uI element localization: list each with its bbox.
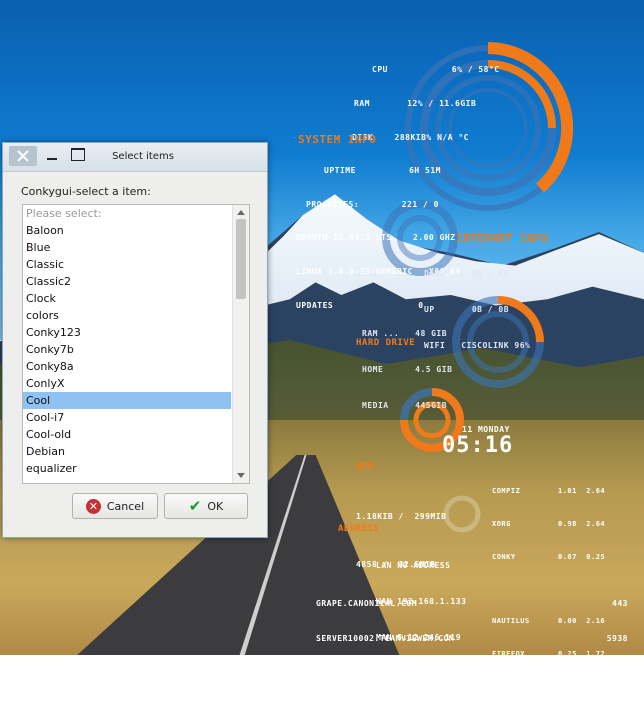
scroll-thumb[interactable] <box>236 219 246 299</box>
internet-info-line: DAWN 0B / 0B <box>424 269 510 278</box>
list-item[interactable]: Cool-old <box>23 426 231 443</box>
hard-drive-heading: Hard Drive <box>356 338 416 348</box>
item-list[interactable]: Please select: Baloon Blue Classic Classic2 C… <box>23 205 231 477</box>
connection-port: 5222 <box>606 668 628 677</box>
system-info-line: UPTIME 6h 51m <box>324 166 441 176</box>
scroll-down-icon[interactable] <box>237 473 245 478</box>
address-heading: ADDRESS <box>338 524 380 534</box>
process-line: XORG 0.98 2.64 <box>492 520 606 528</box>
list-item[interactable]: Classic2 <box>23 273 231 290</box>
connection-host: xmpp-shv-04-frc3.facebook.com <box>316 668 471 677</box>
list-item[interactable]: ConlyX <box>23 375 231 392</box>
connection-host: server10002.teamviewer.com <box>316 633 455 643</box>
close-button[interactable] <box>9 146 37 166</box>
list-item[interactable]: Debian <box>23 443 231 460</box>
cancel-label: Cancel <box>106 499 145 513</box>
clock-time: 05:16 <box>442 433 514 458</box>
list-item[interactable]: Conky7b <box>23 341 231 358</box>
connection-port: 5050 <box>606 702 628 712</box>
cancel-icon: ✕ <box>85 498 101 514</box>
close-icon <box>17 150 29 162</box>
connection-host: cs103p2.us1.msg.gq1.yahoo.com <box>316 702 471 712</box>
list-item[interactable]: Cool-i7 <box>23 409 231 426</box>
system-info-line: RAM 12% / 11.6GiB <box>354 99 477 109</box>
system-info-line: CPU 6% / 58°C <box>372 65 500 75</box>
dialog-title: Select items <box>112 151 174 162</box>
list-placeholder: Please select: <box>26 207 102 220</box>
memory-line: 1.18KiB / 299MiB <box>356 512 447 521</box>
hard-drive-lines: RAM ... 48 GiB HOME 4.5 GiB MEDIA 445GiB <box>362 304 452 424</box>
list-item[interactable]: Baloon <box>23 222 231 239</box>
ok-label: OK <box>207 499 224 513</box>
dialog-titlebar[interactable]: Select items <box>3 143 267 172</box>
dialog-prompt: Conkygui-select a item: <box>21 185 151 198</box>
list-item[interactable]: Cool <box>23 392 231 409</box>
connection-list: grape.canonical.com 443 server10002.teamv… <box>316 575 628 725</box>
connection-host: grape.canonical.com <box>316 599 418 608</box>
vertical-scrollbar[interactable] <box>232 205 249 483</box>
process-line: CONKY 0.07 0.25 <box>492 553 606 561</box>
scroll-up-icon[interactable] <box>237 210 245 215</box>
cancel-button[interactable]: ✕ Cancel <box>72 493 158 519</box>
item-listbox[interactable]: Please select: Baloon Blue Classic Classic2 C… <box>22 204 250 484</box>
connection-port: 443 <box>612 599 628 608</box>
address-line: LAN No Address <box>376 561 451 570</box>
hard-drive-line: HOME 4.5 GiB <box>362 365 453 374</box>
system-info-line: PROCESSES: 221 / 0 <box>306 199 439 209</box>
list-item[interactable]: Conky123 <box>23 324 231 341</box>
list-item[interactable]: Clock <box>23 290 231 307</box>
memory-heading: MEM <box>356 462 374 472</box>
minimize-button[interactable] <box>45 147 61 165</box>
list-item[interactable]: Classic <box>23 256 231 273</box>
ok-button[interactable]: ✔ OK <box>164 493 248 519</box>
list-item[interactable]: colors <box>23 307 231 324</box>
connection-row: grape.canonical.com 443 <box>316 598 628 610</box>
list-item[interactable]: Blue <box>23 239 231 256</box>
list-item[interactable]: Conky8a <box>23 358 231 375</box>
process-line: COMPIZ 1.01 2.64 <box>492 487 606 495</box>
hard-drive-line: MEDIA 445GiB <box>362 401 448 410</box>
connection-port: 5938 <box>606 633 628 643</box>
checkmark-icon: ✔ <box>188 497 202 515</box>
connection-row: xmpp-shv-04-frc3.facebook.com 5222 <box>316 667 628 679</box>
system-info-heading: System Info <box>298 133 377 146</box>
list-item[interactable]: equalizer <box>23 460 231 477</box>
select-items-dialog: Select items Conkygui-select a item: Ple… <box>2 142 268 538</box>
connection-row: server10002.teamviewer.com 5938 <box>316 633 628 645</box>
connection-row: cs103p2.us1.msg.gq1.yahoo.com 5050 <box>316 702 628 714</box>
